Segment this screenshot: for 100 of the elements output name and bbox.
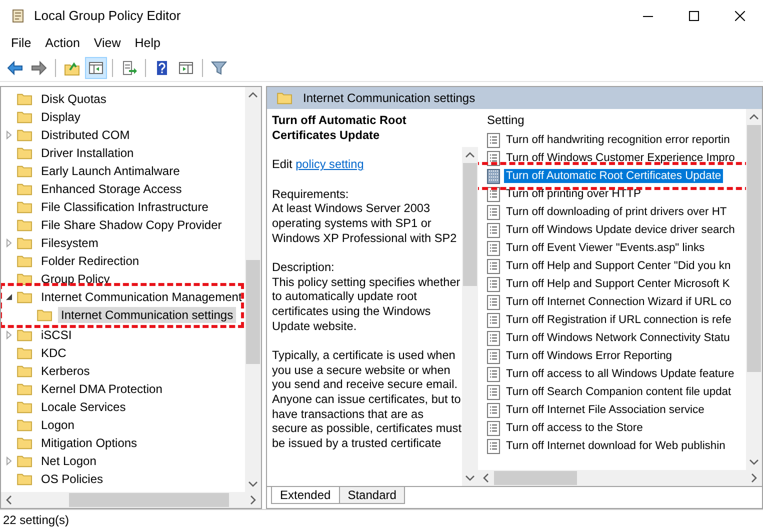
menu-item[interactable]: View [86, 36, 128, 50]
folder-icon [17, 328, 33, 342]
tree-item[interactable]: Display [38, 109, 84, 125]
scroll-thumb[interactable] [747, 125, 761, 372]
setting-item[interactable]: Turn off handwriting recognition error reportin [504, 133, 732, 147]
tree-item[interactable]: Folder Redirection [38, 253, 142, 269]
requirements-label: Requirements: [272, 186, 350, 202]
folder-icon [17, 200, 33, 214]
policy-icon [487, 294, 500, 310]
policy-icon [487, 420, 500, 436]
folder-icon [17, 110, 33, 124]
setting-item[interactable]: Turn off Registration if URL connection is refe [504, 313, 734, 327]
scroll-thumb[interactable] [494, 471, 578, 485]
policy-icon [487, 366, 500, 382]
scrollbar[interactable] [1, 492, 261, 508]
folder-icon [17, 290, 33, 304]
folder-icon [17, 436, 33, 450]
setting-item[interactable]: Turn off Internet download for Web publishin [504, 439, 728, 453]
folder-icon [17, 272, 33, 286]
folder-icon [17, 400, 33, 414]
tree-item[interactable]: Internet Communication settings [58, 307, 236, 323]
scroll-thumb[interactable] [246, 260, 260, 364]
tree-item[interactable]: Driver Installation [38, 145, 137, 161]
setting-item[interactable]: Turn off Windows Error Reporting [504, 349, 674, 363]
policy-icon [487, 330, 500, 346]
policy-icon [487, 258, 500, 274]
policy-icon [487, 384, 500, 400]
tree-item[interactable]: Group Policy [38, 271, 113, 287]
forward-arrow-icon [31, 60, 47, 76]
policy-icon [487, 312, 500, 328]
folder-icon [17, 146, 33, 160]
back-arrow-icon [7, 60, 23, 76]
tree-item[interactable]: OS Policies [38, 471, 106, 487]
folder-icon [17, 236, 33, 250]
folder-icon [17, 418, 33, 432]
tree-item[interactable]: Disk Quotas [38, 91, 110, 107]
tree-item[interactable]: Internet Communication Management [38, 289, 245, 305]
setting-item[interactable]: Turn off access to the Store [504, 421, 645, 435]
policy-setting-link[interactable]: policy setting [296, 157, 364, 172]
policy-title: Turn off Automatic Root Certificates Update [272, 113, 408, 142]
menu-item[interactable]: Action [38, 36, 87, 50]
setting-item[interactable]: Turn off Internet Connection Wizard if URL co [504, 295, 734, 309]
tree-item[interactable]: Locale Services [38, 399, 129, 415]
tree-item[interactable]: Net Logon [38, 453, 100, 469]
folder-icon [17, 254, 33, 268]
tree-item[interactable]: Logon [38, 417, 78, 433]
tree-item[interactable]: File Share Shadow Copy Provider [38, 217, 225, 233]
description-label: Description: [272, 260, 336, 275]
policy-icon [487, 204, 500, 220]
scrollbar[interactable] [478, 470, 762, 486]
tree-item[interactable]: Kernel DMA Protection [38, 381, 166, 397]
console-tree-button[interactable] [85, 57, 107, 79]
tree-item[interactable]: Distributed COM [38, 127, 133, 143]
folder-up-icon [64, 60, 80, 76]
tree-item[interactable]: KDC [38, 345, 70, 361]
tree-item[interactable]: iSCSI [38, 327, 75, 343]
menu-item[interactable]: Help [128, 36, 168, 50]
tree-item[interactable]: Filesystem [38, 235, 102, 251]
tree-item[interactable]: Mitigation Options [38, 435, 140, 451]
close-icon [735, 10, 745, 20]
folder-icon [17, 472, 33, 486]
status-bar: 22 setting(s) [0, 509, 763, 530]
scrollbar[interactable] [245, 87, 261, 492]
scrollbar[interactable] [746, 109, 762, 470]
folder-icon [17, 218, 33, 232]
setting-item[interactable]: Turn off Windows Network Connectivity Statu [504, 331, 732, 345]
policy-icon [487, 438, 500, 454]
setting-item[interactable]: Turn off Event Viewer "Events.asp" links [504, 241, 707, 255]
column-header[interactable]: Setting [487, 113, 524, 127]
scroll-thumb[interactable] [69, 493, 230, 507]
console-tree-icon [88, 60, 104, 76]
tree-item[interactable]: Early Launch Antimalware [38, 163, 183, 179]
tab[interactable]: Standard [338, 487, 406, 504]
setting-item[interactable]: Turn off Internet File Association service [504, 403, 706, 417]
app-icon [10, 8, 26, 24]
scrollbar[interactable] [462, 147, 478, 486]
tree-item[interactable]: File Classification Infrastructure [38, 199, 212, 215]
tab[interactable]: Extended [271, 487, 340, 504]
maximize-icon [689, 10, 699, 20]
setting-item[interactable]: Turn off Search Companion content file updat [504, 385, 734, 399]
policy-icon [487, 132, 500, 148]
setting-item[interactable]: Turn off Automatic Root Certificates Update [504, 169, 724, 183]
tree-item[interactable]: Enhanced Storage Access [38, 181, 185, 197]
scroll-thumb[interactable] [463, 163, 477, 286]
setting-item[interactable]: Turn off downloading of print drivers over HT [504, 205, 729, 219]
setting-item[interactable]: Turn off Help and Support Center "Did you kn [504, 259, 733, 273]
setting-item[interactable]: Turn off Windows Customer Experience Impro [504, 151, 737, 165]
requirements-text: At least Windows Server 2003 operating systems with SP1 or Windows XP Professional with SP2 [272, 201, 458, 246]
setting-item[interactable]: Turn off Windows Update device driver search [504, 223, 737, 237]
setting-item[interactable]: Turn off access to all Windows Update feature [504, 367, 736, 381]
filter-icon [211, 60, 227, 76]
folder-icon [277, 92, 293, 104]
folder-icon [17, 346, 33, 360]
window-title: Local Group Policy Editor [34, 8, 182, 23]
policy-icon [487, 222, 500, 238]
menu-item[interactable]: File [4, 36, 38, 50]
tree-item[interactable]: Kerberos [38, 363, 93, 379]
policy-icon [487, 276, 500, 292]
description-text: Typically, a certificate is used when you use a secure website or when you send and receive secure email. Anyone can issue certificates, but to have transactions that are as secure as possible, certificates must be issued by a trusted certificate [272, 348, 462, 450]
setting-item[interactable]: Turn off Help and Support Center Microsoft K [504, 277, 732, 291]
